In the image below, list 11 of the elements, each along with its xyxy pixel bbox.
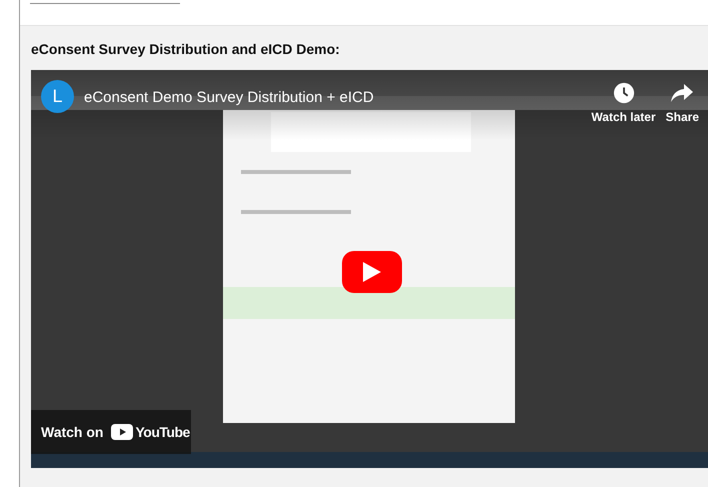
play-logo-icon [111, 424, 134, 440]
play-icon [363, 262, 381, 282]
section-heading: eConsent Survey Distribution and eICD Demo: [31, 41, 341, 57]
watch-on-youtube-button[interactable]: Watch on YouTube [31, 410, 191, 454]
clock-icon[interactable] [612, 82, 635, 104]
video-player[interactable]: L eConsent Demo Survey Distribution + eICD Watch later Share Watch on YouTube [31, 70, 708, 468]
watch-later-label[interactable]: Watch later [591, 110, 656, 124]
share-label[interactable]: Share [666, 110, 699, 124]
share-icon[interactable] [670, 82, 694, 104]
play-button[interactable] [342, 251, 402, 293]
video-title[interactable]: eConsent Demo Survey Distribution + eICD [84, 89, 582, 106]
